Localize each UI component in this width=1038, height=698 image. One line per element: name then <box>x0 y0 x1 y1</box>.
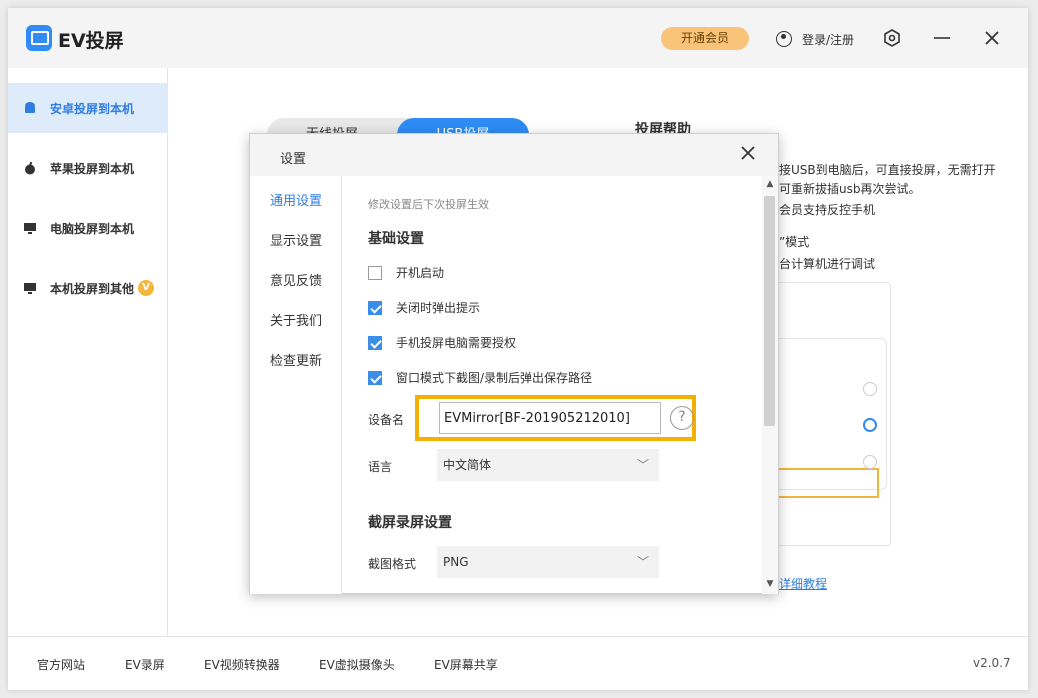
checkbox-label: 开机启动 <box>396 266 445 280</box>
format-value: PNG <box>443 555 469 569</box>
dialog-tab-about[interactable]: 关于我们 <box>270 310 322 329</box>
minimize-icon[interactable] <box>930 26 954 50</box>
android-icon <box>22 100 38 116</box>
language-value: 中文简体 <box>443 458 492 472</box>
user-icon <box>776 31 792 47</box>
sidebar-item-pc[interactable]: 电脑投屏到本机 <box>8 203 167 253</box>
sidebar-item-cast-out[interactable]: 本机投屏到其他 V <box>8 263 167 313</box>
sidebar-item-apple[interactable]: 苹果投屏到本机 <box>8 143 167 193</box>
dialog-scrollbar[interactable]: ▲ ▼ <box>762 176 778 594</box>
checkbox-require-auth[interactable]: 手机投屏电脑需要授权 <box>368 334 516 351</box>
dialog-header: 设置 <box>250 134 778 176</box>
help-icon[interactable]: ? <box>670 406 694 430</box>
chevron-down-icon: ﹀ <box>636 458 649 472</box>
settings-hint: 修改设置后下次投屏生效 <box>368 198 489 211</box>
close-icon[interactable] <box>736 144 760 168</box>
sidebar-item-label: 苹果投屏到本机 <box>50 161 135 176</box>
checkbox[interactable] <box>368 300 382 315</box>
footer-link[interactable]: EV录屏 <box>125 656 165 673</box>
language-label: 语言 <box>368 460 393 474</box>
scroll-thumb[interactable] <box>764 196 775 426</box>
help-line: 可重新拔插usb再次尝试。 <box>779 182 921 196</box>
format-select[interactable]: PNG ﹀ <box>437 546 659 578</box>
checkbox[interactable] <box>368 335 382 350</box>
capture-settings-title: 截屏录屏设置 <box>368 515 452 531</box>
format-label: 截图格式 <box>368 557 417 571</box>
tutorial-link[interactable]: 详细教程 <box>779 575 827 592</box>
dialog-tab-general[interactable]: 通用设置 <box>270 190 322 209</box>
apple-icon <box>22 160 38 176</box>
help-line: 台计算机进行调试 <box>779 257 876 271</box>
sidebar-item-android[interactable]: 安卓投屏到本机 <box>8 83 167 133</box>
vip-badge: V <box>138 280 155 296</box>
dialog-tab-feedback[interactable]: 意见反馈 <box>270 270 322 289</box>
device-name-input[interactable] <box>439 402 661 434</box>
app-logo-icon <box>26 25 52 51</box>
sidebar-item-label: 电脑投屏到本机 <box>50 221 135 236</box>
scroll-down-icon[interactable]: ▼ <box>764 578 776 590</box>
dialog-nav: 通用设置 显示设置 意见反馈 关于我们 检查更新 <box>250 176 342 594</box>
sidebar-item-label: 本机投屏到其他 <box>50 281 135 296</box>
option-radio[interactable] <box>863 382 877 396</box>
app-title: EV投屏 <box>58 30 124 52</box>
checkbox-save-path[interactable]: 窗口模式下截图/录制后弹出保存路径 <box>368 369 592 386</box>
chevron-down-icon: ﹀ <box>636 555 649 569</box>
footer-link[interactable]: 官方网站 <box>37 656 85 673</box>
screen-out-icon <box>22 280 38 296</box>
device-name-label: 设备名 <box>368 413 405 427</box>
checkbox[interactable] <box>368 370 382 385</box>
vip-button[interactable]: 开通会员 <box>661 27 749 50</box>
footer-link[interactable]: EV视频转换器 <box>204 656 280 673</box>
sidebar: 安卓投屏到本机 苹果投屏到本机 电脑投屏到本机 本机投屏到其他 V <box>8 68 168 636</box>
login-label: 登录/注册 <box>802 32 855 47</box>
dialog-tab-display[interactable]: 显示设置 <box>270 230 322 249</box>
checkbox-autostart[interactable]: 开机启动 <box>368 264 444 281</box>
settings-dialog: 设置 通用设置 显示设置 意见反馈 关于我们 检查更新 修改设置后下次投屏生效 … <box>249 133 779 594</box>
scroll-up-icon[interactable]: ▲ <box>764 178 776 190</box>
version-label: v2.0.7 <box>973 656 1011 670</box>
help-line: 接USB到电脑后，可直接投屏，无需打开 <box>779 163 996 177</box>
basic-settings-title: 基础设置 <box>368 231 424 247</box>
help-line: ”模式 <box>779 235 810 249</box>
option-radio[interactable] <box>863 455 877 469</box>
dialog-body: 修改设置后下次投屏生效 基础设置 开机启动 关闭时弹出提示 手机投屏电脑需要授权… <box>343 176 761 594</box>
close-icon[interactable] <box>980 26 1004 50</box>
checkbox-label: 手机投屏电脑需要授权 <box>396 336 517 350</box>
option-radio-selected[interactable] <box>863 418 877 432</box>
dialog-title: 设置 <box>280 152 307 167</box>
footer: 官方网站 EV录屏 EV视频转换器 EV虚拟摄像头 EV屏幕共享 v2.0.7 <box>8 636 1028 690</box>
language-select[interactable]: 中文简体 ﹀ <box>437 449 659 481</box>
pc-cast-icon <box>22 220 38 236</box>
login-button[interactable]: 登录/注册 <box>776 28 854 50</box>
selected-option-frame <box>774 468 879 498</box>
checkbox-close-prompt[interactable]: 关闭时弹出提示 <box>368 299 480 316</box>
checkbox[interactable] <box>368 265 382 280</box>
title-bar: EV投屏 开通会员 登录/注册 <box>8 8 1028 68</box>
dialog-tab-update[interactable]: 检查更新 <box>270 350 322 369</box>
footer-link[interactable]: EV虚拟摄像头 <box>319 656 395 673</box>
sidebar-item-label: 安卓投屏到本机 <box>50 101 135 116</box>
checkbox-label: 关闭时弹出提示 <box>396 301 481 315</box>
settings-icon[interactable] <box>880 26 904 50</box>
help-line: 会员支持反控手机 <box>779 203 876 217</box>
checkbox-label: 窗口模式下截图/录制后弹出保存路径 <box>396 371 593 385</box>
footer-link[interactable]: EV屏幕共享 <box>434 656 498 673</box>
